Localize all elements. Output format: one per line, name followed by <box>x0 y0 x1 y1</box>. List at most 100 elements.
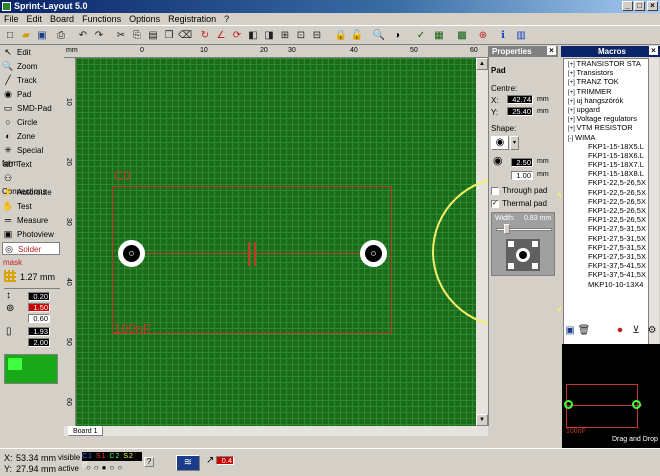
menu-registration[interactable]: Registration <box>164 13 220 25</box>
copy-icon[interactable]: ⎘ <box>130 29 144 42</box>
pcb-canvas[interactable]: C0 100nF <box>76 58 476 426</box>
zoom-icon[interactable]: 🔍 <box>372 29 386 42</box>
lock-icon[interactable]: 🔒 <box>334 29 348 42</box>
macro-tree-item[interactable]: MKP10-10-13X4 <box>564 280 648 289</box>
macro-tree-item[interactable]: [+] uj hangszórók <box>564 96 648 105</box>
macro-preview[interactable]: 100nF Drag and Drop <box>562 344 660 448</box>
active-layer-radios[interactable]: ○○●○○ <box>86 463 125 472</box>
properties-icon[interactable]: ▥ <box>514 29 528 42</box>
macro-tree-item[interactable]: FKP1-22,5-26,5X <box>564 188 648 197</box>
macro-tree-item[interactable]: FKP1-37,5-41,5X <box>564 270 648 279</box>
rotate-dropdown-icon[interactable]: ⟳ <box>230 29 244 42</box>
save-icon[interactable]: ▣ <box>35 29 49 42</box>
record-macro-icon[interactable]: ⏺ <box>613 324 627 337</box>
display-mode-icon[interactable]: ◑ <box>390 29 404 42</box>
expand-icon[interactable]: [+] <box>568 62 577 68</box>
tool-photoview[interactable]: ▣ Photoview <box>2 228 60 241</box>
component-value[interactable]: 100nF <box>114 321 151 336</box>
save-macro-icon[interactable]: ▣ <box>563 324 577 337</box>
ungroup-icon[interactable]: ⊟ <box>310 29 324 42</box>
macro-tree-item[interactable]: FKP1-27,5-31,5X <box>564 243 648 252</box>
expand-icon[interactable]: [+] <box>568 108 577 114</box>
cut-icon[interactable]: ✂ <box>114 29 128 42</box>
layer-c2[interactable]: C2 <box>109 453 120 460</box>
grid-value[interactable]: 1.27 mm <box>20 272 55 282</box>
component-label[interactable]: C0 <box>114 168 131 183</box>
macro-tree-item[interactable]: [+] upgard <box>564 105 648 114</box>
macro-tree-item[interactable]: [+] VTM RESISTOR <box>564 123 648 132</box>
expand-icon[interactable]: [+] <box>568 99 577 105</box>
macro-tree-item[interactable]: FKP1-22,5-26,5X <box>564 206 648 215</box>
menu-help[interactable]: ? <box>220 13 233 25</box>
component-outline[interactable] <box>112 186 392 334</box>
tool-track[interactable]: ╱ Track <box>2 74 60 87</box>
menu-edit[interactable]: Edit <box>23 13 47 25</box>
board-tab[interactable]: Board 1 <box>68 426 103 436</box>
tool-text[interactable]: ab Text <box>2 158 60 171</box>
ground-plane-icon[interactable]: ≋ <box>176 455 200 471</box>
macro-tree[interactable]: [+] TRANSISTOR STA [+] Transistors [+] TRA… <box>563 58 649 357</box>
macro-tree-item[interactable]: FKP1-15-18X7.L <box>564 160 648 169</box>
centre-x-field[interactable] <box>507 95 533 104</box>
macro-tree-item[interactable]: FKP1-15-18X5.L <box>564 142 648 151</box>
drc-icon[interactable]: ✓ <box>414 29 428 42</box>
smd-width-field[interactable] <box>28 327 50 336</box>
align-icon[interactable]: ⊞ <box>278 29 292 42</box>
layers-help-button[interactable]: ? <box>144 457 154 467</box>
mirror-vertical-icon[interactable]: ◨ <box>262 29 276 42</box>
delete-macro-icon[interactable]: 🗑 <box>577 324 591 337</box>
macro-tree-item[interactable]: FKP1-15-18X6.L <box>564 151 648 160</box>
expand-icon[interactable]: [+] <box>568 126 577 132</box>
expand-icon[interactable]: [+] <box>568 71 577 77</box>
macro-tree-item[interactable]: FKP1-37,5-41,5X <box>564 261 648 270</box>
width-slider-thumb[interactable] <box>504 224 510 234</box>
mirror-horizontal-icon[interactable]: ◧ <box>246 29 260 42</box>
paste-icon[interactable]: ▤ <box>146 29 160 42</box>
maximize-button[interactable]: □ <box>634 1 645 11</box>
export-icon[interactable]: ▦ <box>432 29 446 42</box>
status-width-field[interactable] <box>216 456 234 465</box>
macro-tree-item[interactable]: FKP1-22,5-26,5X <box>564 178 648 187</box>
layer-c1[interactable]: C1 <box>82 453 93 460</box>
expand-icon[interactable]: [+] <box>568 117 577 123</box>
tool-connections[interactable]: ⚇Connections <box>2 172 60 196</box>
tool-zoom[interactable]: 🔍 Zoom <box>2 60 60 73</box>
filter-icon[interactable]: ⊻ <box>629 324 643 337</box>
gerber-icon[interactable]: ▩ <box>452 29 472 42</box>
macro-tree-item[interactable]: [+] TRANZ TOK <box>564 77 648 86</box>
tool-zone[interactable]: ◐ Zone <box>2 130 60 143</box>
tool-special-form[interactable]: ✳ Special form <box>2 144 60 168</box>
pad-left[interactable] <box>118 240 145 267</box>
visible-layers[interactable]: C1 S1 C2 S2 O <box>82 452 142 469</box>
pad-inner-diameter-field[interactable] <box>511 171 533 180</box>
pad-inner-field[interactable] <box>28 314 50 323</box>
open-folder-icon[interactable]: ▰ <box>19 29 33 42</box>
undo-icon[interactable]: ↶ <box>76 29 90 42</box>
layer-s1[interactable]: S1 <box>96 453 107 460</box>
macro-tree-item[interactable]: [+] TRANSISTOR STA <box>564 59 648 68</box>
macro-tree-item[interactable]: [+] Voltage regulators <box>564 114 648 123</box>
pad-outer-field[interactable] <box>28 303 50 312</box>
new-file-icon[interactable]: □ <box>3 29 17 42</box>
horizontal-scrollbar[interactable]: Board 1 <box>64 426 488 436</box>
grid-icon[interactable] <box>4 270 16 282</box>
tool-autoroute[interactable]: ⚡ Autoroute <box>2 186 60 199</box>
pad-shape-icon[interactable]: ◉ <box>491 136 509 150</box>
drill-icon[interactable]: ⊕ <box>476 29 490 42</box>
macro-tree-item[interactable]: FKP1-27,5-31,5X <box>564 234 648 243</box>
tool-test[interactable]: ✋ Test <box>2 200 60 213</box>
macro-tree-item[interactable]: FKP1-27,5-31,5X <box>564 224 648 233</box>
options-icon[interactable]: ⚙ <box>645 324 659 337</box>
menu-functions[interactable]: Functions <box>78 13 125 25</box>
redo-icon[interactable]: ↷ <box>92 29 106 42</box>
pad-right[interactable] <box>360 240 387 267</box>
macro-tree-item[interactable]: [-] WIMA <box>564 133 648 142</box>
rotate-icon[interactable]: ↻ <box>198 29 212 42</box>
shape-dropdown-icon[interactable]: ▾ <box>510 136 519 150</box>
menu-options[interactable]: Options <box>125 13 164 25</box>
track-width-field[interactable] <box>28 292 50 301</box>
through-pad-checkbox[interactable] <box>491 187 499 195</box>
info-icon[interactable]: ℹ <box>496 29 510 42</box>
tool-pad[interactable]: ◉ Pad <box>2 88 60 101</box>
properties-close-icon[interactable]: × <box>547 46 556 55</box>
